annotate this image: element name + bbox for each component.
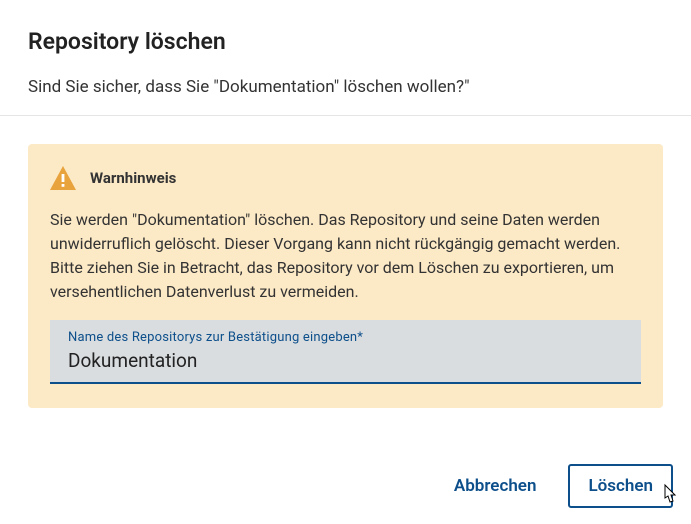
warning-triangle-icon: [50, 166, 76, 190]
warning-text: Sie werden "Dokumentation" löschen. Das …: [50, 208, 641, 304]
dialog-footer: Abbrechen Löschen: [0, 464, 691, 524]
warning-box: Warnhinweis Sie werden "Dokumentation" l…: [28, 144, 663, 408]
dialog-content: Warnhinweis Sie werden "Dokumentation" l…: [0, 116, 691, 436]
dialog-subtitle: Sind Sie sicher, dass Sie "Dokumentation…: [28, 77, 663, 97]
confirm-input-label: Name des Repositorys zur Bestätigung ein…: [68, 330, 623, 345]
cancel-button[interactable]: Abbrechen: [448, 466, 543, 506]
warning-header: Warnhinweis: [50, 166, 641, 190]
dialog-title: Repository löschen: [28, 28, 663, 55]
delete-button[interactable]: Löschen: [568, 464, 673, 508]
warning-label: Warnhinweis: [90, 169, 176, 187]
confirm-input-wrap[interactable]: Name des Repositorys zur Bestätigung ein…: [50, 320, 641, 384]
delete-repository-dialog: Repository löschen Sind Sie sicher, dass…: [0, 0, 691, 97]
confirm-name-input[interactable]: [68, 347, 623, 374]
